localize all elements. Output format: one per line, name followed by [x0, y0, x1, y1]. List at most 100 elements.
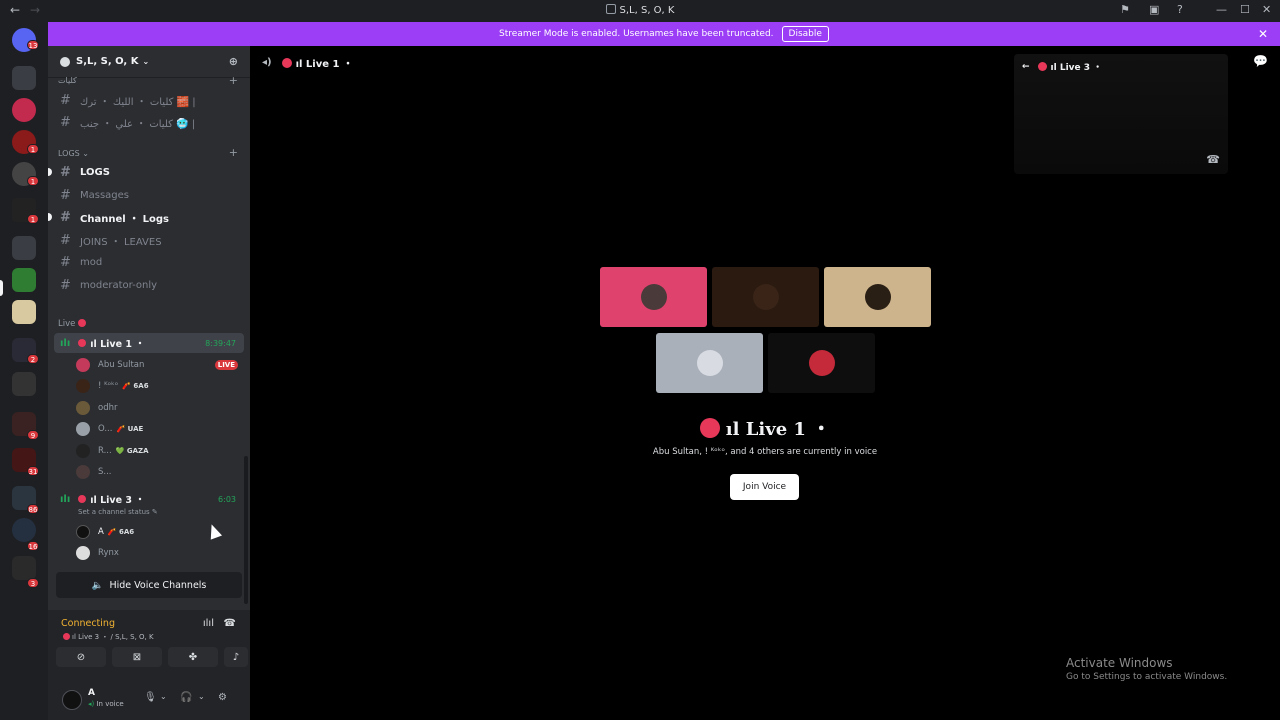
user-status: ◂) In voice — [88, 700, 124, 708]
hash-icon: # — [60, 187, 71, 203]
text-channel-joins-leaves[interactable]: # JOINS ・ LEAVES — [54, 230, 244, 250]
red-dot-icon — [78, 319, 87, 327]
current-server-icon[interactable] — [12, 268, 36, 292]
voice-user[interactable]: Rynx — [76, 543, 244, 563]
avatar — [640, 284, 667, 310]
participant-tile[interactable] — [712, 267, 819, 327]
disable-streamer-button[interactable]: Disable — [781, 26, 829, 42]
window-title: S,L, S, O, K — [0, 4, 1280, 16]
guild-header[interactable]: S,L, S, O, K ⌄ ⊕ — [48, 46, 250, 78]
category-header[interactable]: كليات — [58, 76, 77, 85]
red-dot-icon — [1037, 62, 1047, 71]
voice-speaker-icon: ılı — [60, 337, 71, 349]
screen-icon[interactable]: ▣ — [1149, 3, 1159, 16]
home-badge: 13 — [27, 40, 39, 50]
create-channel-icon[interactable]: + — [229, 146, 238, 159]
server-badge: 1 — [27, 144, 39, 154]
server-icon[interactable] — [12, 98, 36, 122]
text-channel-massages[interactable]: # Massages — [54, 185, 244, 205]
join-voice-button[interactable]: Join Voice — [730, 474, 799, 500]
participant-tile[interactable] — [600, 267, 707, 327]
avatar — [76, 401, 90, 415]
voice-channel-live-1[interactable]: ılı ıl Live 1 ・ 8:39:47 — [54, 333, 244, 353]
live-badge: LIVE — [214, 360, 238, 370]
inbox-icon[interactable]: ⚑ — [1120, 3, 1130, 16]
speaker-icon: ◂) — [262, 57, 272, 68]
camera-off-icon: ⊘ — [76, 651, 86, 663]
text-channel-mod[interactable]: # mod — [54, 252, 244, 272]
chevron-down-icon[interactable]: ⌄ — [160, 692, 167, 701]
user-avatar[interactable] — [62, 690, 82, 710]
screen-share-button[interactable]: ⊠ — [112, 647, 162, 667]
server-icon[interactable] — [12, 300, 36, 324]
help-icon[interactable]: ? — [1177, 3, 1183, 16]
banner-text: Streamer Mode is enabled. Usernames have… — [499, 29, 774, 39]
banner-close-icon[interactable]: ✕ — [1258, 27, 1268, 41]
activate-windows-watermark: Activate Windows Go to Settings to activ… — [1066, 656, 1228, 682]
hide-voice-channels-button[interactable]: 🔈 Hide Voice Channels — [56, 572, 242, 598]
text-channel-logs[interactable]: # LOGS — [48, 162, 244, 182]
avatar — [76, 525, 90, 539]
participant-tile[interactable] — [768, 333, 875, 393]
voice-location[interactable]: ıl Live 3 ・ / S,L, S, O, K — [63, 632, 154, 642]
avatar — [76, 444, 90, 458]
settings-gear-icon[interactable]: ⚙ — [218, 692, 227, 703]
minimize-icon[interactable]: — — [1216, 3, 1227, 16]
red-dot-icon — [78, 495, 87, 503]
maximize-icon[interactable]: ☐ — [1240, 3, 1250, 16]
sidebar-scrollbar[interactable] — [244, 456, 248, 604]
participant-tile[interactable] — [656, 333, 763, 393]
voice-user[interactable]: O... 🧨 UAE — [76, 419, 244, 439]
channel-status[interactable]: Set a channel status ✎ — [78, 508, 158, 516]
server-folder[interactable] — [12, 66, 36, 90]
voice-channel-live-3[interactable]: ılı ıl Live 3 ・ 6:03 — [54, 489, 244, 509]
server-folder[interactable] — [12, 236, 36, 260]
user-name: A — [88, 688, 95, 698]
activities-button[interactable]: ✤ — [168, 647, 218, 667]
category-logs[interactable]: LOGS ⌄ — [58, 149, 89, 158]
participant-tile[interactable] — [824, 267, 931, 327]
user-panel: A ◂) In voice 🎙 ⌄ 🎧 ⌄ ⚙ — [48, 680, 250, 720]
server-folder[interactable] — [12, 372, 36, 396]
invite-people-icon[interactable]: ⊕ — [229, 55, 238, 68]
avatar — [76, 465, 90, 479]
voice-status: Connecting — [61, 618, 115, 629]
server-icon[interactable] — [12, 518, 36, 542]
soundboard-button[interactable]: ♪ — [224, 647, 248, 667]
disconnect-icon[interactable]: ☎ — [1206, 153, 1220, 166]
chevron-down-icon[interactable]: ⌄ — [198, 692, 205, 701]
voice-status-icon: ◂) — [88, 700, 95, 708]
text-channel[interactable]: # كليات ・ الليك ・ ترك 🧱 | — [54, 90, 244, 110]
noise-suppression-icon[interactable]: ılıl — [203, 618, 214, 629]
text-channel[interactable]: # كليات ・ علي ・ جنب 🥶 | — [54, 112, 244, 132]
arrow-left-icon[interactable]: ← — [1022, 62, 1030, 72]
picture-in-picture-window[interactable]: ← ıl Live 3 ・ ☎ — [1014, 54, 1228, 174]
speaker-icon: 🔈 — [91, 579, 104, 591]
camera-off-button[interactable]: ⊘ — [56, 647, 106, 667]
avatar — [752, 284, 779, 310]
category-live[interactable]: Live — [58, 319, 87, 329]
hash-icon: # — [60, 92, 71, 108]
voice-user[interactable]: ! ᴷᵒᵏᵒ 🧨 6A6 — [76, 376, 244, 396]
hash-icon: # — [60, 254, 71, 270]
server-badge: 16 — [27, 541, 39, 551]
voice-user[interactable]: S... — [76, 462, 244, 482]
voice-user[interactable]: odhr — [76, 398, 244, 418]
server-badge: 2 — [27, 354, 39, 364]
hash-icon: # — [60, 114, 71, 130]
text-channel-channel-logs[interactable]: # Channel ・ Logs — [48, 207, 244, 227]
activities-icon: ✤ — [188, 651, 198, 663]
microphone-icon[interactable]: 🎙 — [144, 692, 157, 703]
text-channel-moderator-only[interactable]: # moderator-only — [54, 275, 244, 295]
disconnect-icon[interactable]: ☎ — [224, 618, 236, 629]
channel-sidebar: S,L, S, O, K ⌄ ⊕ كليات + # كليات ・ الليك … — [48, 46, 250, 720]
channel-big-title: ıl Live 1 ・ — [250, 415, 1280, 441]
server-folder[interactable] — [12, 556, 36, 580]
red-dot-icon — [78, 339, 87, 347]
window-close-icon[interactable]: ✕ — [1262, 3, 1271, 16]
headphones-icon[interactable]: 🎧 — [180, 692, 192, 703]
chat-bubble-icon[interactable]: 💬 — [1253, 54, 1268, 68]
voice-user[interactable]: R... 💚 GAZA — [76, 441, 244, 461]
voice-user[interactable]: Abu Sultan LIVE — [76, 355, 244, 375]
create-channel-icon[interactable]: + — [229, 74, 238, 87]
